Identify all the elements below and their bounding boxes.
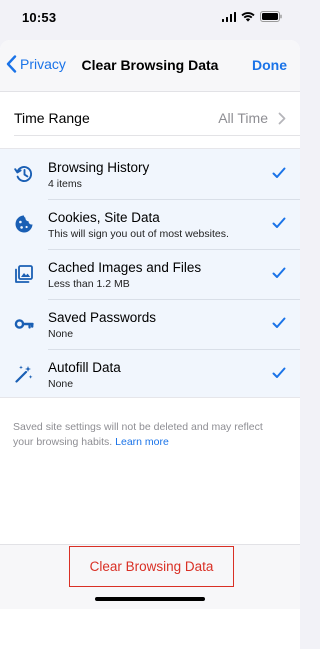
item-title: Saved Passwords <box>48 310 157 325</box>
checkmark-icon <box>272 217 286 228</box>
checkmark-icon <box>272 267 286 278</box>
data-types-list: Browsing History 4 items Cookies, Site D… <box>0 148 300 398</box>
image-icon <box>14 264 34 284</box>
chevron-right-icon <box>278 112 286 125</box>
divider <box>14 135 300 136</box>
list-item-cached-images-files[interactable]: Cached Images and Files Less than 1.2 MB <box>0 249 300 299</box>
back-button[interactable]: Privacy <box>6 55 66 73</box>
checkmark-icon <box>272 367 286 378</box>
checkmark-icon <box>272 167 286 178</box>
cookie-icon <box>14 214 34 234</box>
item-subtitle: This will sign you out of most websites. <box>48 228 229 240</box>
checkmark-icon <box>272 317 286 328</box>
item-subtitle: Less than 1.2 MB <box>48 278 130 290</box>
item-subtitle: None <box>48 328 74 340</box>
time-range-value: All Time <box>218 110 268 126</box>
list-item-autofill-data[interactable]: Autofill Data None <box>0 349 300 399</box>
item-title: Autofill Data <box>48 360 121 375</box>
magic-wand-icon <box>14 364 34 384</box>
status-time: 10:53 <box>22 10 57 25</box>
learn-more-link[interactable]: Learn more <box>115 436 169 448</box>
navigation-bar: Privacy Clear Browsing Data Done <box>0 40 300 92</box>
list-item-saved-passwords[interactable]: Saved Passwords None <box>0 299 300 349</box>
done-button[interactable]: Done <box>252 57 287 73</box>
status-bar: 10:53 <box>0 0 300 36</box>
wifi-icon <box>241 11 255 22</box>
signal-icon <box>221 11 236 22</box>
chevron-left-icon <box>6 55 17 73</box>
item-title: Cached Images and Files <box>48 260 202 275</box>
time-range-label: Time Range <box>14 110 90 126</box>
list-item-browsing-history[interactable]: Browsing History 4 items <box>0 149 300 199</box>
item-subtitle: None <box>48 378 74 390</box>
bottom-toolbar: Clear Browsing Data <box>0 544 300 609</box>
item-subtitle: 4 items <box>48 178 82 190</box>
home-indicator <box>95 597 205 601</box>
history-icon <box>14 164 34 184</box>
time-range-row[interactable]: Time Range All Time <box>0 92 300 146</box>
list-item-cookies-site-data[interactable]: Cookies, Site Data This will sign you ou… <box>0 199 300 249</box>
footnote: Saved site settings will not be deleted … <box>13 420 285 450</box>
status-icons <box>221 11 283 22</box>
back-button-label: Privacy <box>20 56 66 72</box>
item-title: Browsing History <box>48 160 150 175</box>
key-icon <box>14 314 34 334</box>
clear-browsing-data-button[interactable]: Clear Browsing Data <box>69 546 234 587</box>
item-title: Cookies, Site Data <box>48 210 160 225</box>
battery-icon <box>260 11 282 22</box>
